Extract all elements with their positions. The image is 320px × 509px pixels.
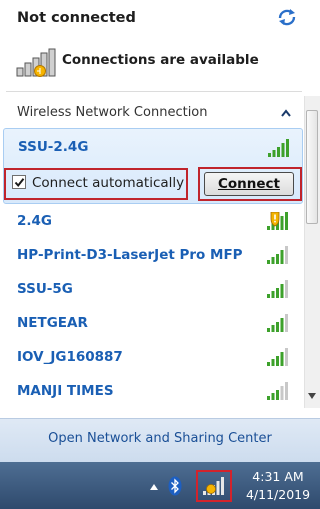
network-list-item[interactable]: SSU-5G <box>3 272 303 306</box>
signal-strength-icon <box>267 348 288 366</box>
network-list-item[interactable]: HP-Print-D3-LaserJet Pro MFP <box>3 238 303 272</box>
collapse-icon[interactable] <box>280 108 292 118</box>
section-label: Wireless Network Connection <box>17 105 208 120</box>
tray-network-icon[interactable] <box>203 477 225 495</box>
connection-status-title: Not connected <box>17 10 136 26</box>
network-name: NETGEAR <box>17 315 88 331</box>
divider <box>6 91 302 92</box>
signal-strength-icon <box>268 139 289 157</box>
signal-warning-icon <box>267 212 288 230</box>
footer: Open Network and Sharing Center <box>0 418 320 462</box>
clock-date[interactable]: 4/11/2019 <box>238 487 318 502</box>
signal-strength-icon <box>267 382 288 400</box>
bluetooth-icon[interactable] <box>168 476 182 496</box>
availability-row: Connections are available <box>16 44 296 78</box>
connect-button[interactable]: Connect <box>204 172 294 196</box>
network-name: HP-Print-D3-LaserJet Pro MFP <box>17 247 243 263</box>
network-list-item[interactable]: NETGEAR <box>3 306 303 340</box>
network-name: SSU-5G <box>17 281 73 297</box>
network-flyout: Not connected Connections are available … <box>0 0 320 509</box>
section-header[interactable]: Wireless Network Connection <box>0 96 304 128</box>
selected-network-name: SSU-2.4G <box>18 139 89 155</box>
scrollbar-thumb[interactable] <box>306 110 318 224</box>
check-icon <box>14 178 25 188</box>
network-list-item[interactable]: MANJI TIMES <box>3 374 303 408</box>
refresh-icon[interactable] <box>276 6 298 28</box>
taskbar: 4:31 AM 4/11/2019 <box>0 462 320 509</box>
network-list-item[interactable]: IOV_JG160887 <box>3 340 303 374</box>
signal-strength-icon <box>267 280 288 298</box>
connect-automatically-checkbox[interactable] <box>12 175 26 189</box>
network-name: IOV_JG160887 <box>17 349 123 365</box>
network-name: 2.4G <box>17 213 52 229</box>
network-list-item[interactable]: 2.4G <box>3 204 303 238</box>
open-network-sharing-center-link[interactable]: Open Network and Sharing Center <box>0 431 320 446</box>
status-header: Not connected Connections are available <box>0 0 304 90</box>
clock-time[interactable]: 4:31 AM <box>238 469 318 484</box>
signal-strength-icon <box>267 314 288 332</box>
scroll-down-icon[interactable] <box>308 392 316 400</box>
show-hidden-icons-icon[interactable] <box>150 484 158 490</box>
network-name: MANJI TIMES <box>17 383 114 399</box>
signal-strength-icon <box>267 246 288 264</box>
availability-text: Connections are available <box>62 52 259 68</box>
connect-automatically-label[interactable]: Connect automatically <box>32 175 184 191</box>
network-available-icon <box>16 48 56 77</box>
